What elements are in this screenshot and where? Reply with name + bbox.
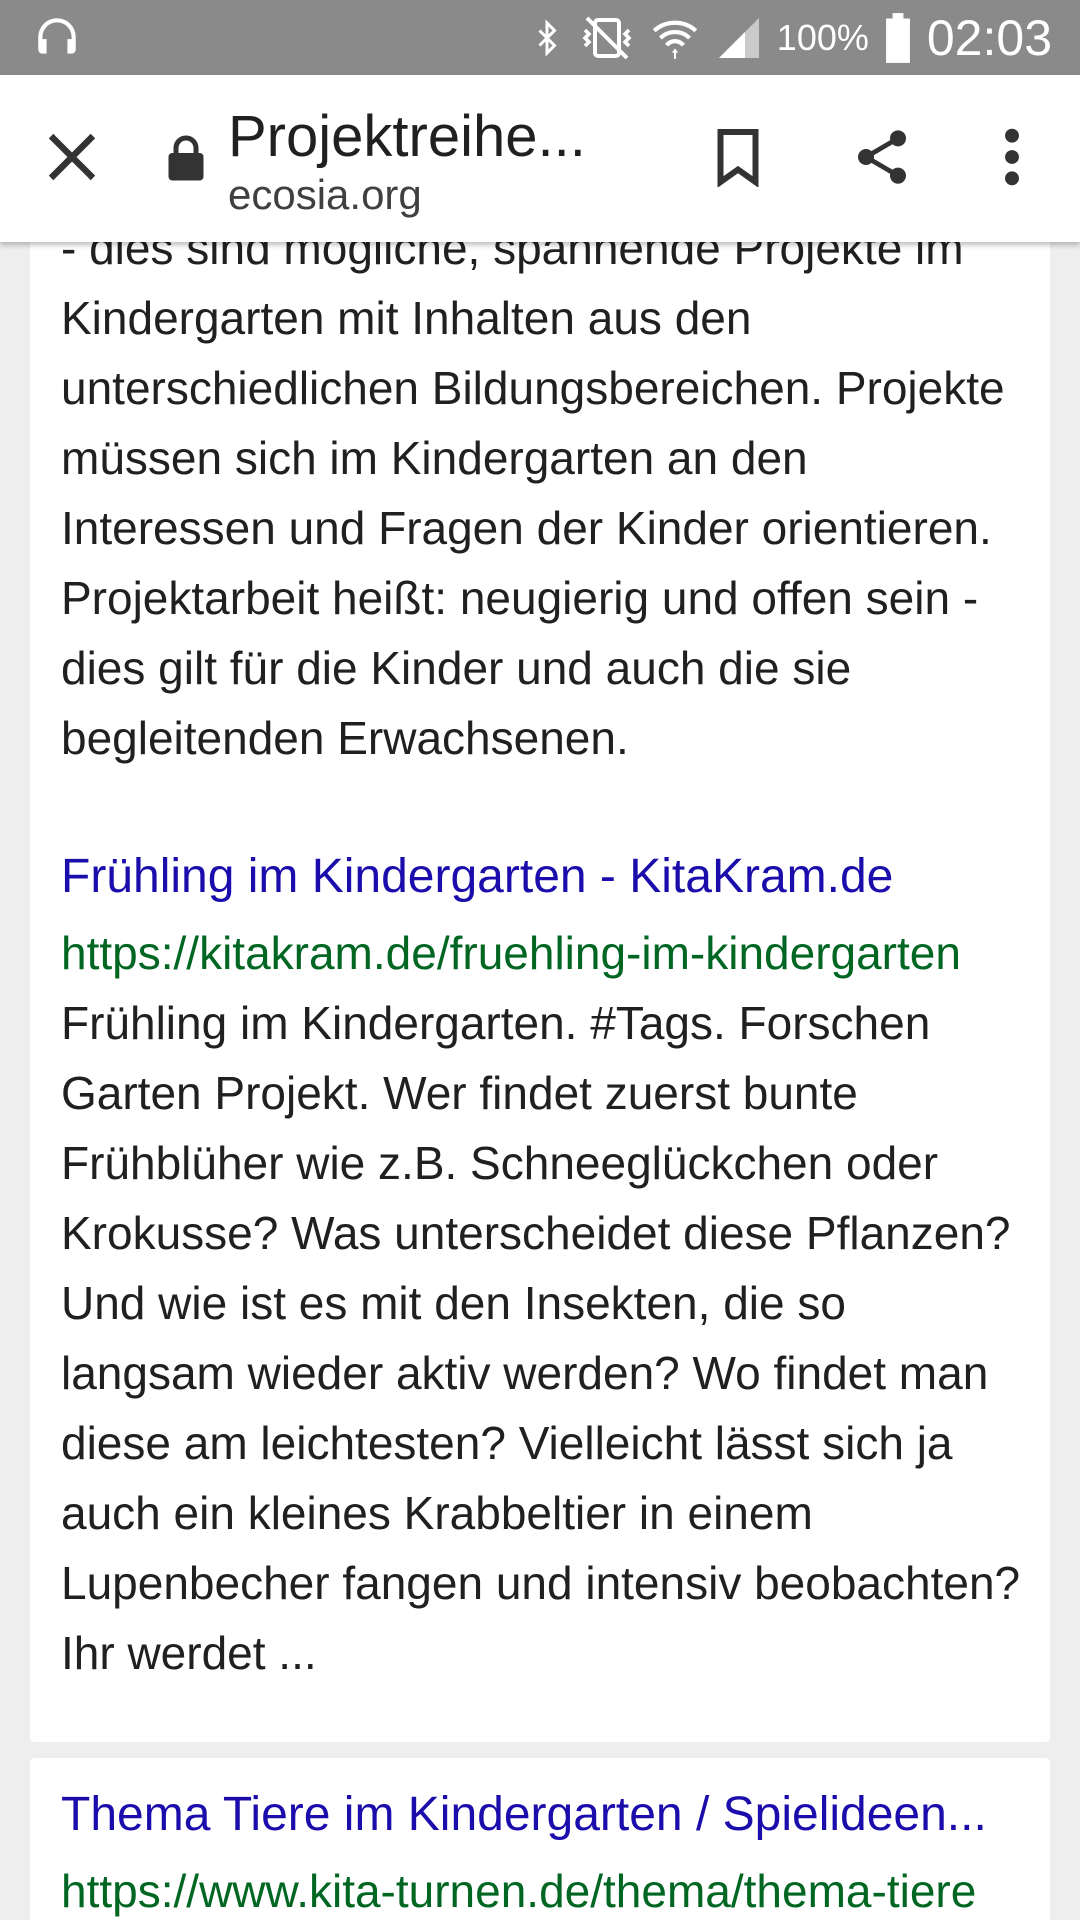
more-vert-icon[interactable] xyxy=(1000,125,1024,189)
page-title: Projektreihe... xyxy=(228,104,586,169)
result-title-link[interactable]: Frühling im Kindergarten - KitaKram.de xyxy=(61,842,1021,912)
result-url[interactable]: https://kitakram.de/fruehling-im-kinderg… xyxy=(61,918,1050,988)
result-snippet: Frühling im Kindergarten. #Tags. Forsche… xyxy=(61,997,1021,1679)
signal-icon xyxy=(715,14,763,62)
close-icon[interactable] xyxy=(40,125,104,189)
result-card[interactable]: Thema Tiere im Kindergarten / Spielideen… xyxy=(30,1758,1050,1920)
bookmark-icon[interactable] xyxy=(712,127,764,187)
vibrate-mute-icon xyxy=(579,13,635,63)
search-results: - dies sind mögliche, spannende Projekte… xyxy=(0,242,1080,1920)
status-bar: 100% 02:03 xyxy=(0,0,1080,75)
result-card[interactable]: Frühling im Kindergarten - KitaKram.de h… xyxy=(30,820,1050,1742)
battery-icon xyxy=(883,12,913,64)
wifi-icon xyxy=(649,13,701,63)
share-icon[interactable] xyxy=(850,125,914,189)
result-snippet: - dies sind mögliche, spannende Projekte… xyxy=(61,242,1005,764)
result-url[interactable]: https://www.kita-turnen.de/thema/thema-t… xyxy=(61,1856,1050,1920)
clock: 02:03 xyxy=(926,9,1052,66)
lock-icon[interactable] xyxy=(166,133,206,183)
headset-icon xyxy=(32,12,82,62)
custom-tab-toolbar: Projektreihe... ecosia.org xyxy=(0,75,1080,242)
page-domain: ecosia.org xyxy=(228,171,422,218)
battery-percent: 100% xyxy=(776,16,869,58)
result-title-link[interactable]: Thema Tiere im Kindergarten / Spielideen… xyxy=(61,1780,1021,1850)
bluetooth-icon xyxy=(529,13,565,63)
